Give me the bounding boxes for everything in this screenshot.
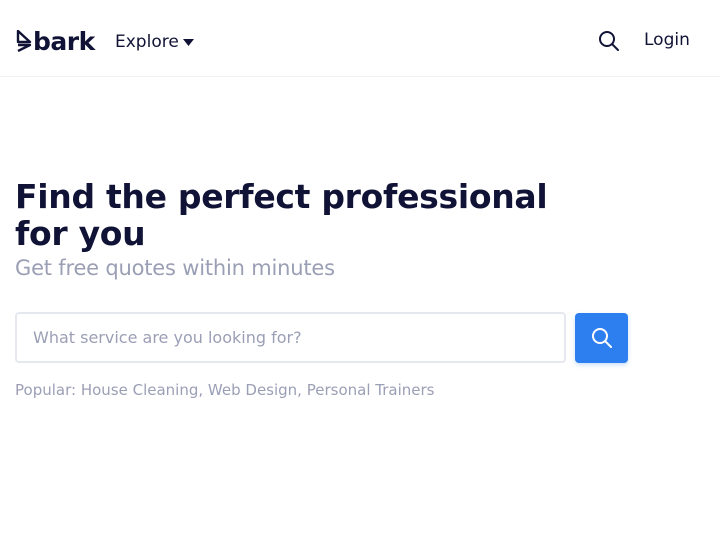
service-search-input[interactable] [15,312,566,363]
explore-menu[interactable]: Explore [115,32,194,52]
popular-label: Popular: [15,381,77,399]
login-link[interactable]: Login [644,30,690,50]
hero-subtitle: Get free quotes within minutes [15,256,335,280]
explore-label: Explore [115,32,179,52]
hero-title: Find the perfect professional for you [15,177,548,253]
popular-searches: Popular: House Cleaning, Web Design, Per… [15,381,434,399]
logo-text: bark [33,26,95,56]
search-icon[interactable] [598,30,620,52]
search-button[interactable] [575,313,628,363]
popular-link-house-cleaning[interactable]: House Cleaning, [81,381,203,399]
site-header: bark Explore Login [0,0,720,77]
bark-logo[interactable]: bark [16,26,95,56]
bark-logo-icon [16,30,32,52]
popular-link-web-design[interactable]: Web Design, [208,381,302,399]
search-icon [591,328,612,348]
caret-down-icon [182,38,194,46]
popular-link-personal-trainers[interactable]: Personal Trainers [307,381,435,399]
